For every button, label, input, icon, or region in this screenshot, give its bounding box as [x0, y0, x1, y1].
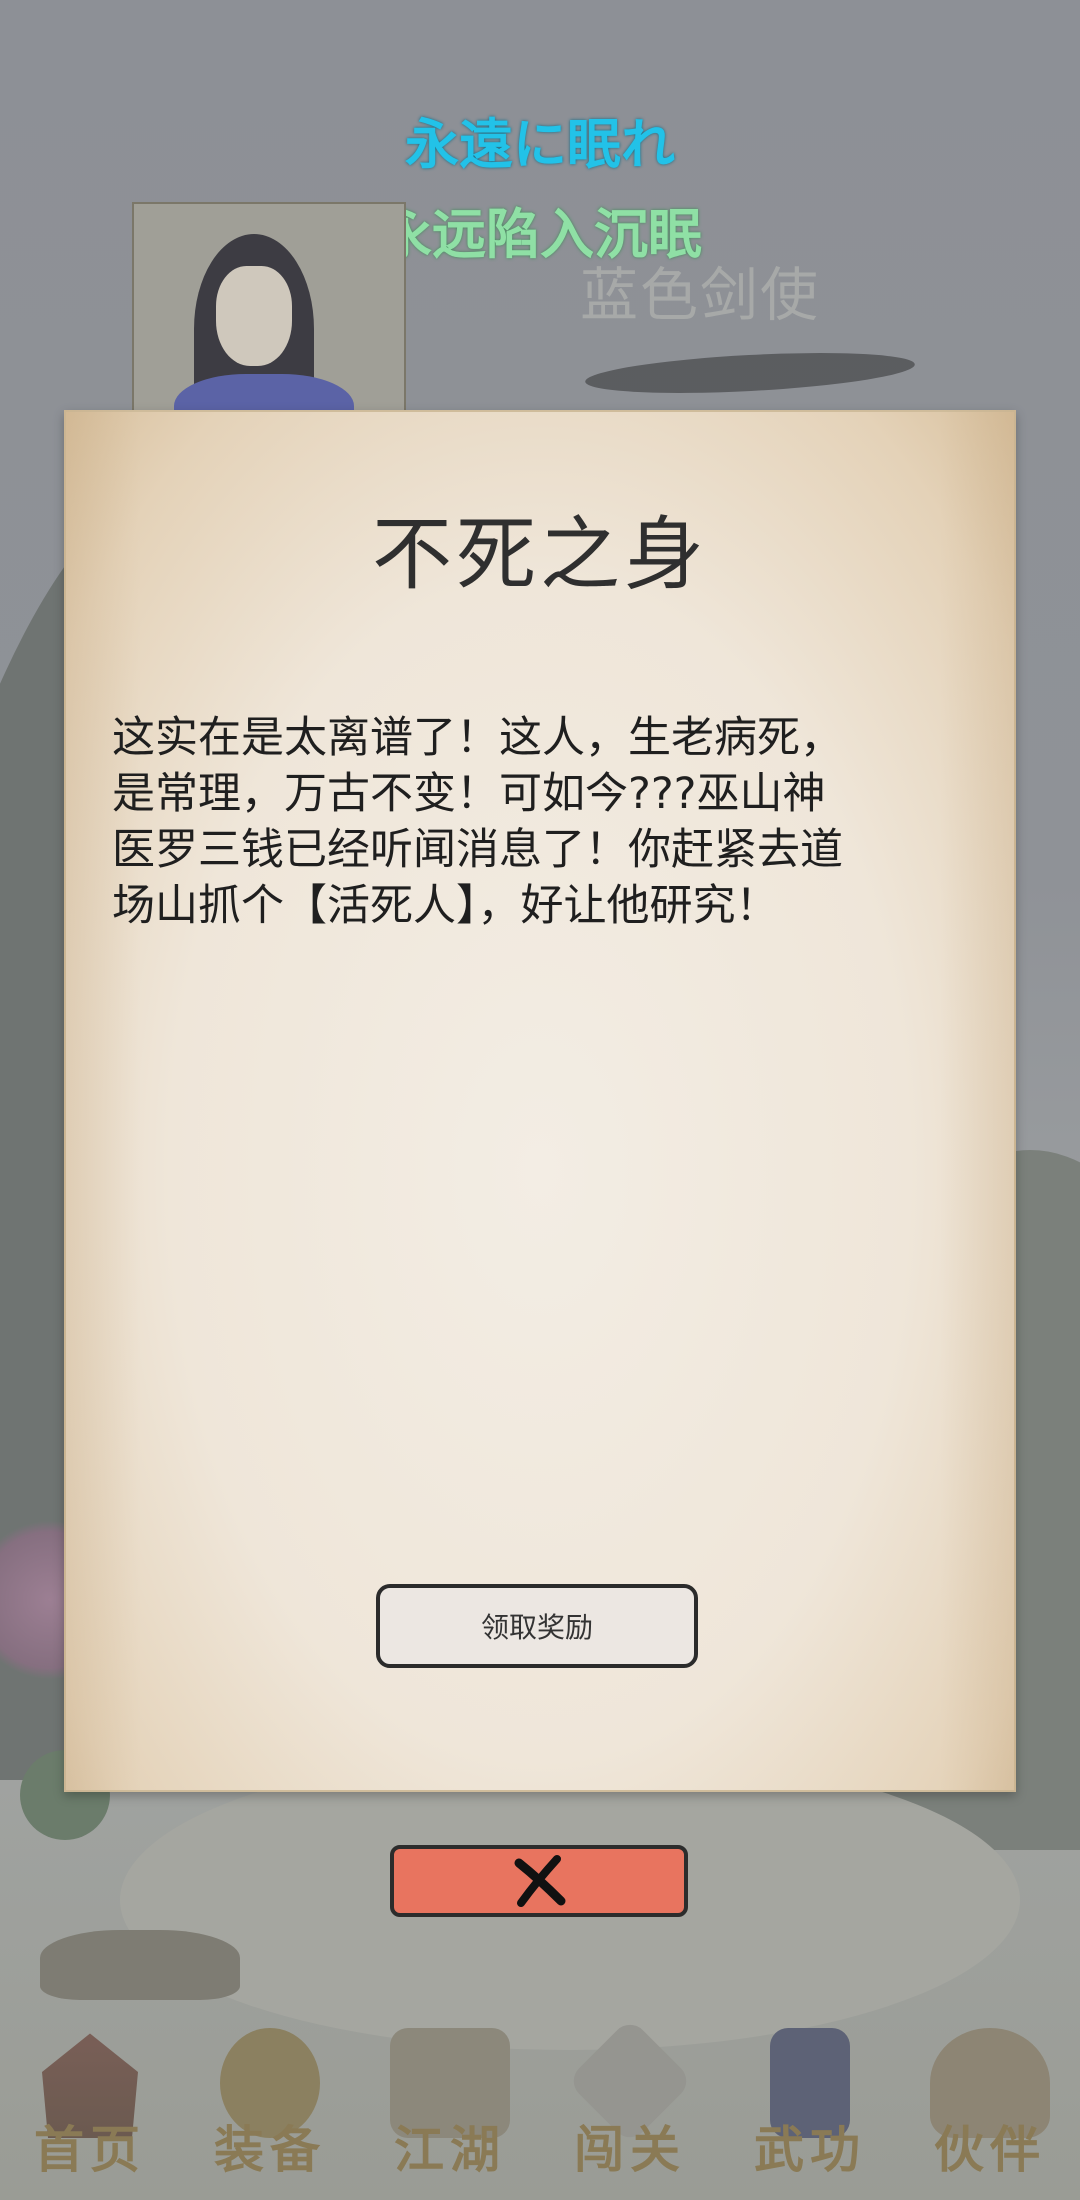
nav-label: 武功 — [754, 2120, 866, 2179]
nav-item-jianghu[interactable]: 江湖 — [360, 2010, 540, 2200]
quest-dialog: 不死之身 这实在是太离谱了！这人，生老病死， 是常理，万古不变！可如今???巫山… — [64, 410, 1016, 1792]
nav-label: 装备 — [214, 2120, 326, 2179]
nav-label: 江湖 — [394, 2120, 506, 2179]
nav-label: 首页 — [34, 2120, 146, 2179]
nav-item-stage[interactable]: 闯关 — [540, 2010, 720, 2200]
nav-label: 伙伴 — [934, 2120, 1046, 2179]
nav-item-equipment[interactable]: 装备 — [180, 2010, 360, 2200]
close-button[interactable] — [390, 1845, 688, 1917]
character-name: 蓝色剑使 — [580, 261, 821, 329]
nav-item-martial-arts[interactable]: 武功 — [720, 2010, 900, 2200]
nav-item-home[interactable]: 首页 — [0, 2010, 180, 2200]
dialog-title: 不死之身 — [372, 508, 708, 601]
dialog-body: 这实在是太离谱了！这人，生老病死， 是常理，万古不变！可如今???巫山神 医罗三… — [112, 713, 843, 931]
close-x-icon — [514, 1855, 566, 1907]
bottom-nav: 首页 装备 江湖 闯关 武功 伙伴 — [0, 2010, 1080, 2200]
title-japanese: 永遠に眠れ — [405, 113, 675, 176]
nav-item-partner[interactable]: 伙伴 — [900, 2010, 1080, 2200]
rock — [40, 1930, 240, 2000]
nav-label: 闯关 — [574, 2120, 686, 2179]
claim-reward-button[interactable]: 领取奖励 — [376, 1584, 698, 1668]
character-portrait — [132, 202, 406, 426]
